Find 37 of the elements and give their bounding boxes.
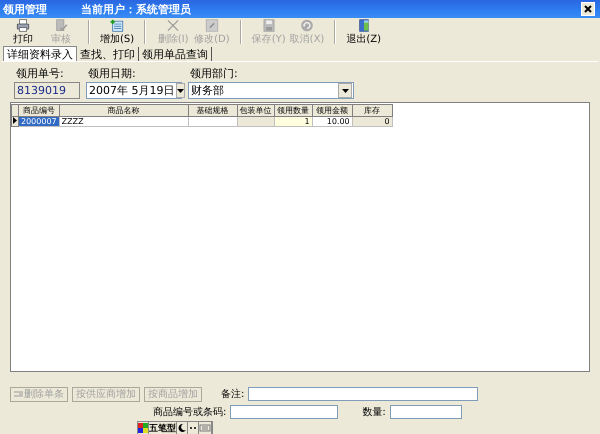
- printer-icon: [14, 19, 32, 32]
- column-header[interactable]: 包装单位: [237, 104, 274, 116]
- column-header[interactable]: 库存: [352, 104, 392, 116]
- department-dropdown[interactable]: 财务部: [188, 82, 354, 99]
- barcode-field[interactable]: [230, 405, 338, 419]
- tab[interactable]: 领用单品查询: [139, 47, 212, 61]
- dropdown-arrow-icon: [342, 88, 348, 92]
- remark-field[interactable]: [248, 387, 478, 401]
- tab[interactable]: 查找、打印: [77, 47, 139, 61]
- current-user-label: 当前用户：系统管理员: [81, 2, 191, 16]
- close-button[interactable]: [581, 2, 595, 16]
- column-header[interactable]: 领用数量: [274, 104, 312, 116]
- toolbar-button[interactable]: 退出(Z): [344, 18, 383, 46]
- keyboard-icon[interactable]: [199, 423, 211, 433]
- table-cell: 10.00: [312, 116, 352, 126]
- column-header[interactable]: 基础规格: [188, 104, 238, 116]
- quantity-label: 数量:: [362, 406, 386, 419]
- barcode-label: 商品编号或条码:: [153, 406, 226, 419]
- window-title: 领用管理: [3, 2, 47, 16]
- field-label: 领用单号:: [15, 66, 65, 81]
- table-cell: [188, 116, 238, 126]
- date-dropdown[interactable]: 2007年 5月19日: [86, 82, 182, 99]
- column-header[interactable]: 商品名称: [59, 104, 188, 116]
- order-number-field: 8139019: [14, 82, 80, 99]
- half-moon-icon[interactable]: [177, 423, 187, 433]
- column-header[interactable]: 商品编号: [18, 104, 60, 116]
- column-header[interactable]: 领用金额: [312, 104, 352, 116]
- table-cell: ZZZZ: [59, 116, 188, 126]
- toolbar-button[interactable]: 增加(S): [98, 18, 136, 46]
- field-label: 领用日期:: [87, 66, 137, 81]
- dropdown-arrow-icon: [176, 88, 184, 92]
- toolbar-button[interactable]: 打印: [4, 18, 42, 46]
- remark-label: 备注:: [221, 388, 244, 401]
- quantity-field[interactable]: [390, 405, 462, 419]
- field-label: 领用部门:: [189, 66, 239, 81]
- row-delete-icon: [14, 390, 23, 398]
- tab[interactable]: 详细资料录入: [3, 46, 77, 61]
